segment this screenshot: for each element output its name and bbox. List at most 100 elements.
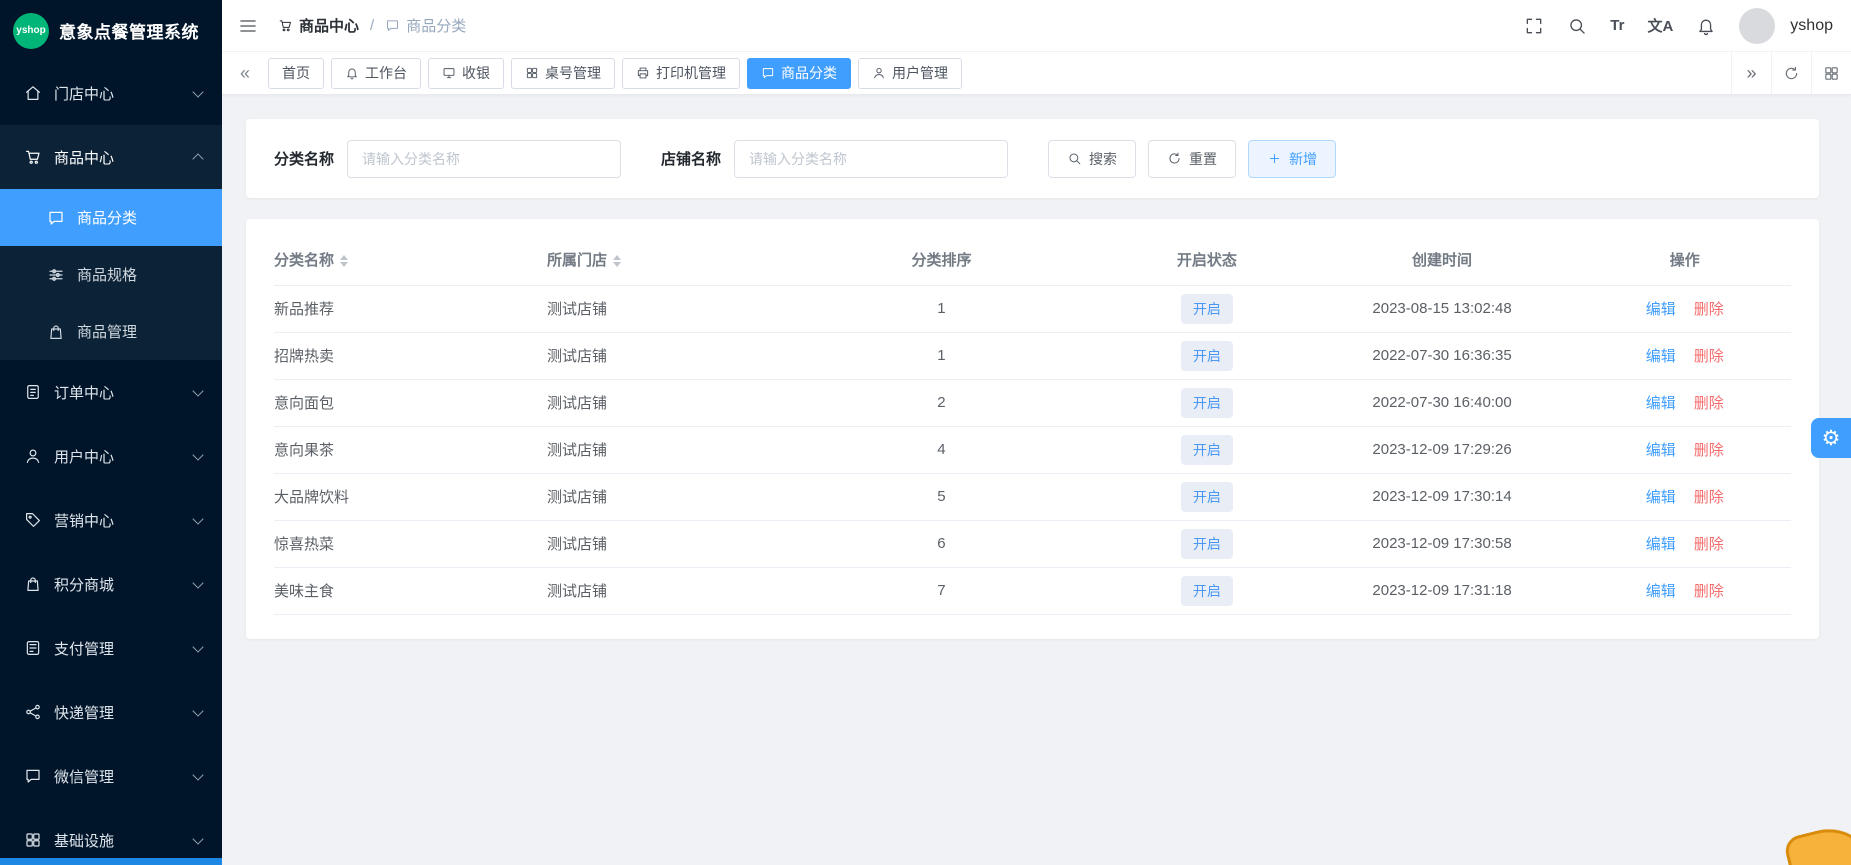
edit-link[interactable]: 编辑 [1646, 536, 1676, 553]
edit-link[interactable]: 编辑 [1646, 348, 1676, 365]
cell-actions: 编辑 删除 [1579, 426, 1791, 473]
bag-icon [47, 323, 65, 341]
printer-icon [636, 66, 650, 80]
cell-sort-order: 1 [775, 285, 1109, 332]
delete-link[interactable]: 删除 [1694, 442, 1724, 459]
table-row: 意向果茶 测试店铺 4 开启 2023-12-09 17:29:26 编辑删除 [274, 426, 1791, 473]
tab-printer-manage[interactable]: 打印机管理 [622, 58, 740, 89]
sort-order-value: 1 [937, 300, 945, 317]
calculator-icon [24, 639, 42, 657]
refresh-icon[interactable] [1771, 52, 1811, 94]
hamburger-menu-icon[interactable] [238, 16, 258, 36]
tab-table-manage[interactable]: 桌号管理 [511, 58, 615, 89]
page-content: 分类名称 店铺名称 搜索 重置 新增 [222, 95, 1851, 865]
column-label: 分类名称 [274, 252, 334, 269]
delete-link[interactable]: 删除 [1694, 583, 1724, 600]
tab-workbench[interactable]: 工作台 [331, 58, 421, 89]
translate-icon[interactable]: 文A [1647, 15, 1673, 36]
share-nodes-icon [24, 703, 42, 721]
edit-link[interactable]: 编辑 [1646, 442, 1676, 459]
tabs-scroll-right-icon[interactable]: » [1731, 52, 1771, 94]
sidebar-item-product-spec[interactable]: 商品规格 [0, 246, 222, 303]
user-name[interactable]: yshop [1790, 17, 1833, 35]
font-size-icon[interactable]: Tr [1610, 17, 1624, 34]
cell-actions: 编辑 删除 [1579, 285, 1791, 332]
cell-store: 测试店铺 [547, 379, 775, 426]
delete-link[interactable]: 删除 [1694, 536, 1724, 553]
sliders-icon [47, 266, 65, 284]
chat-icon [761, 66, 775, 80]
sidebar-item-points-mall[interactable]: 积分商城 [0, 552, 222, 616]
column-header-actions: 操作 [1579, 235, 1791, 285]
sidebar-item-user-center[interactable]: 用户中心 [0, 424, 222, 488]
cell-created: 2023-12-09 17:30:14 [1306, 473, 1579, 520]
sidebar-item-product-category[interactable]: 商品分类 [0, 189, 222, 246]
sidebar-item-express-manage[interactable]: 快递管理 [0, 680, 222, 744]
tab-cashier[interactable]: 收银 [428, 58, 504, 89]
refresh-icon [1167, 151, 1182, 166]
sidebar-item-label: 商品中心 [54, 147, 182, 168]
column-header-store[interactable]: 所属门店 [547, 235, 775, 285]
avatar[interactable] [1739, 8, 1775, 44]
status-badge: 开启 [1181, 576, 1233, 606]
chat-icon [24, 767, 42, 785]
category-name-input[interactable] [347, 140, 621, 178]
fullscreen-icon[interactable] [1524, 16, 1544, 36]
sidebar-group-product-center: 商品中心 商品分类 商品规格 商品管理 [0, 125, 222, 360]
sidebar-item-store-center[interactable]: 门店中心 [0, 61, 222, 125]
delete-link[interactable]: 删除 [1694, 395, 1724, 412]
edit-link[interactable]: 编辑 [1646, 583, 1676, 600]
sidebar-item-marketing-center[interactable]: 营销中心 [0, 488, 222, 552]
sidebar-item-label: 商品分类 [77, 207, 137, 228]
sidebar-item-infrastructure[interactable]: 基础设施 [0, 808, 222, 865]
search-button[interactable]: 搜索 [1048, 140, 1136, 178]
edit-link[interactable]: 编辑 [1646, 395, 1676, 412]
category-name: 意向面包 [274, 395, 334, 412]
reset-button[interactable]: 重置 [1148, 140, 1236, 178]
delete-link[interactable]: 删除 [1694, 489, 1724, 506]
status-badge: 开启 [1181, 435, 1233, 465]
add-button[interactable]: 新增 [1248, 140, 1336, 178]
sort-icon[interactable] [613, 255, 621, 267]
cell-sort-order: 2 [775, 379, 1109, 426]
tab-product-category[interactable]: 商品分类 [747, 58, 851, 89]
tabs-menu-icon[interactable] [1811, 52, 1851, 94]
sidebar-item-label: 用户中心 [54, 446, 182, 467]
cell-status: 开启 [1108, 520, 1305, 567]
app-root: yshop 意象点餐管理系统 门店中心 商品中心 商品分类 [0, 0, 1851, 865]
yshop-logo-icon: yshop [13, 13, 49, 49]
created-time: 2023-12-09 17:30:14 [1372, 488, 1511, 505]
breadcrumb-item-product-center[interactable]: 商品中心 [278, 15, 359, 36]
sidebar-menu: 门店中心 商品中心 商品分类 商品规格 [0, 61, 222, 865]
tabs-scroll-left-icon[interactable]: « [222, 52, 268, 94]
search-icon[interactable] [1567, 16, 1587, 36]
chevron-down-icon [192, 577, 203, 588]
store-name: 测试店铺 [547, 583, 607, 600]
column-label: 分类排序 [911, 252, 971, 269]
tab-home[interactable]: 首页 [268, 58, 324, 89]
sidebar-item-label: 门店中心 [54, 83, 182, 104]
chat-icon [47, 209, 65, 227]
edit-link[interactable]: 编辑 [1646, 489, 1676, 506]
tab-label: 用户管理 [892, 63, 948, 83]
sort-order-value: 5 [937, 488, 945, 505]
delete-link[interactable]: 删除 [1694, 301, 1724, 318]
sidebar-item-order-center[interactable]: 订单中心 [0, 360, 222, 424]
sidebar-item-wechat-manage[interactable]: 微信管理 [0, 744, 222, 808]
column-header-created: 创建时间 [1306, 235, 1579, 285]
bell-icon[interactable] [1696, 16, 1716, 36]
delete-link[interactable]: 删除 [1694, 348, 1724, 365]
sidebar-item-label: 积分商城 [54, 574, 182, 595]
sidebar-submenu: 商品分类 商品规格 商品管理 [0, 189, 222, 360]
store-name: 测试店铺 [547, 536, 607, 553]
edit-link[interactable]: 编辑 [1646, 301, 1676, 318]
sort-icon[interactable] [340, 255, 348, 267]
sidebar-item-product-center[interactable]: 商品中心 [0, 125, 222, 189]
store-name-input[interactable] [734, 140, 1008, 178]
sidebar-item-payment-manage[interactable]: 支付管理 [0, 616, 222, 680]
table-row: 惊喜热菜 测试店铺 6 开启 2023-12-09 17:30:58 编辑删除 [274, 520, 1791, 567]
tab-user-manage[interactable]: 用户管理 [858, 58, 962, 89]
column-header-category-name[interactable]: 分类名称 [274, 235, 547, 285]
sidebar-item-product-manage[interactable]: 商品管理 [0, 303, 222, 360]
settings-gear-button[interactable]: ⚙ [1811, 418, 1851, 458]
